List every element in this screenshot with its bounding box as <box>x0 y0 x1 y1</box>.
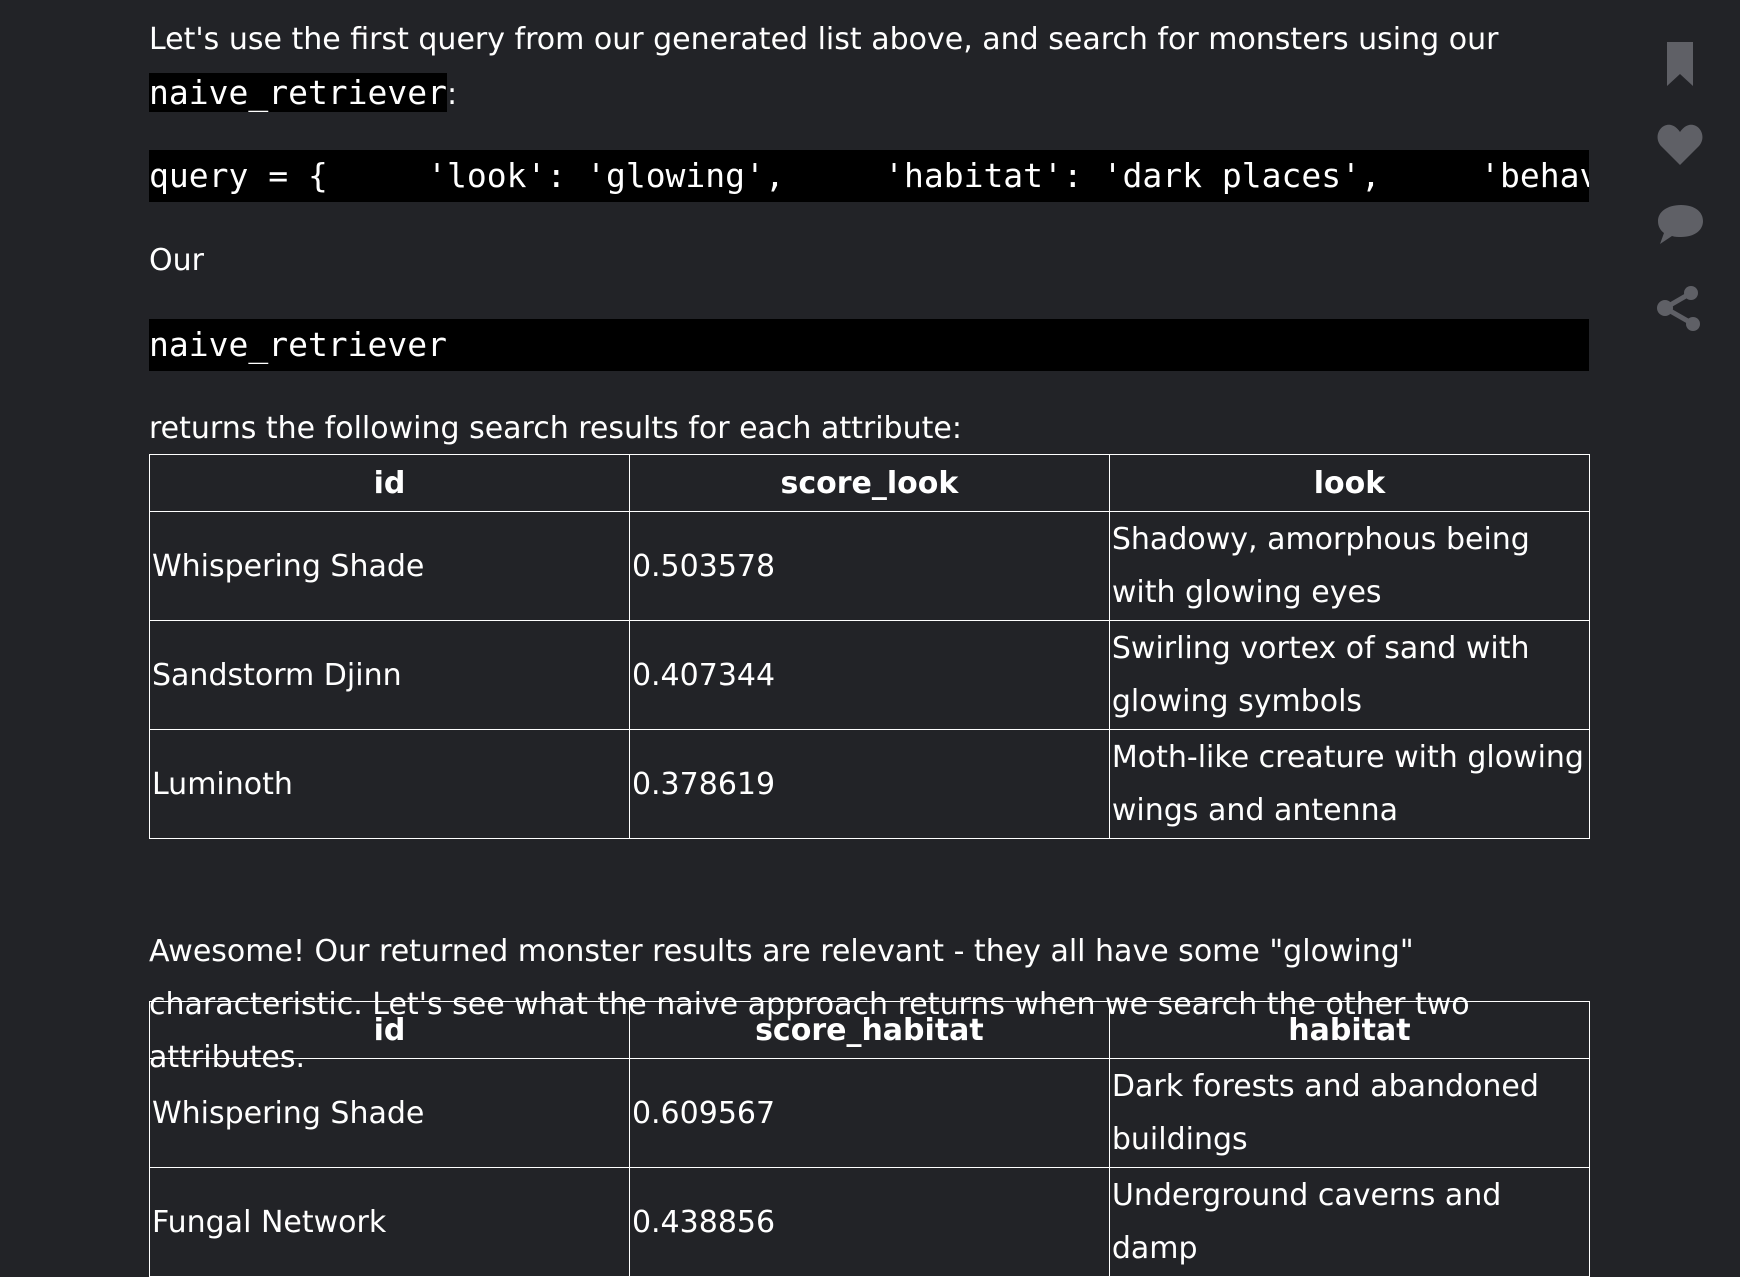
table-row: Whispering Shade 0.609567 Dark forests a… <box>149 1058 1591 1168</box>
table-row: Whispering Shade 0.503578 Shadowy, amorp… <box>149 511 1591 621</box>
cell-score: 0.503578 <box>628 511 1110 621</box>
cell-id: Sandstorm Djinn <box>149 620 630 730</box>
cell-id: Whispering Shade <box>149 1058 630 1168</box>
cell-id: Whispering Shade <box>149 511 630 621</box>
bookmark-icon[interactable] <box>1655 40 1705 90</box>
table-header-row: id score_look look <box>149 454 1591 512</box>
cell-score: 0.609567 <box>628 1058 1110 1168</box>
comment-icon[interactable] <box>1655 200 1705 250</box>
inline-code-naive-retriever: naive_retriever <box>149 73 448 112</box>
table-header-row: id score_habitat habitat <box>149 1001 1591 1059</box>
cell-id: Fungal Network <box>149 1167 630 1277</box>
intro-text-before: Let's use the first query from our gener… <box>149 22 1499 57</box>
cell-look: Shadowy, amorphous being with glowing ey… <box>1108 511 1591 621</box>
cell-look: Swirling vortex of sand with glowing sym… <box>1108 620 1591 730</box>
returns-text: returns the following search results for… <box>149 411 962 446</box>
look-results-table: id score_look look Whispering Shade 0.50… <box>149 454 1591 839</box>
intro-text-after: : <box>447 77 458 112</box>
cell-score: 0.438856 <box>628 1167 1110 1277</box>
cell-score: 0.378619 <box>628 729 1110 839</box>
retriever-code-block[interactable]: naive_retriever <box>149 319 1589 371</box>
cell-id: Luminoth <box>149 729 630 839</box>
our-label: Our <box>149 243 204 278</box>
cell-habitat: Dark forests and abandoned buildings <box>1108 1058 1591 1168</box>
share-icon[interactable] <box>1655 283 1705 333</box>
intro-paragraph: Let's use the first query from our gener… <box>149 13 1589 121</box>
column-header-habitat: habitat <box>1108 1001 1591 1059</box>
table-row: Luminoth 0.378619 Moth-like creature wit… <box>149 729 1591 839</box>
cell-look: Moth-like creature with glowing wings an… <box>1108 729 1591 839</box>
table-row: Fungal Network 0.438856 Underground cave… <box>149 1167 1591 1277</box>
column-header-score-habitat: score_habitat <box>628 1001 1110 1059</box>
query-code-block[interactable]: query = { 'look': 'glowing', 'habitat': … <box>149 150 1589 202</box>
table-row: Sandstorm Djinn 0.407344 Swirling vortex… <box>149 620 1591 730</box>
column-header-id: id <box>149 454 630 512</box>
column-header-score-look: score_look <box>628 454 1110 512</box>
column-header-id: id <box>149 1001 630 1059</box>
column-header-look: look <box>1108 454 1591 512</box>
habitat-results-table: id score_habitat habitat Whispering Shad… <box>149 1001 1591 1277</box>
cell-habitat: Underground caverns and damp <box>1108 1167 1591 1277</box>
cell-score: 0.407344 <box>628 620 1110 730</box>
heart-icon[interactable] <box>1655 121 1705 171</box>
